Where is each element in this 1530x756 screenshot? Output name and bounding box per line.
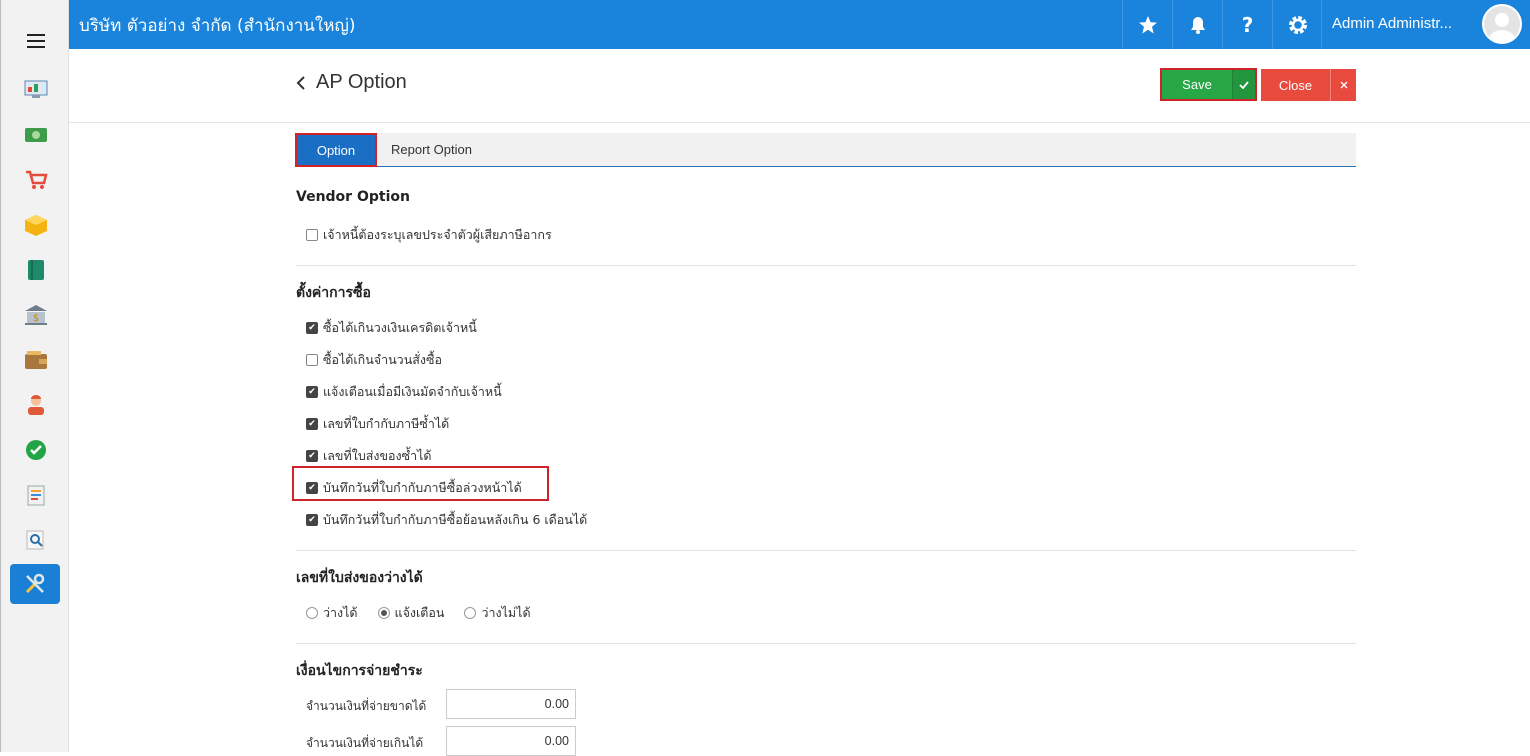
option-label: บันทึกวันที่ใบกำกับภาษีซื้อล่วงหน้าได้ (323, 480, 522, 495)
wallet-icon[interactable] (23, 347, 49, 373)
option-over-order-quantity[interactable]: ซื้อได้เกินจำนวนสั่งซื้อ (306, 350, 442, 370)
delivery-blank-title: เลขที่ใบส่งของว่างได้ (296, 570, 423, 586)
box-icon[interactable] (23, 212, 49, 238)
gear-icon[interactable] (1272, 0, 1322, 49)
vendor-option-title: Vendor Option (296, 189, 410, 205)
option-label: เลขที่ใบส่งของซ้ำได้ (323, 448, 432, 463)
top-bar: บริษัท ตัวอย่าง จำกัด (สำนักงานใหญ่) ? A… (69, 0, 1530, 49)
chevron-left-icon[interactable] (296, 74, 306, 95)
checkbox-checked[interactable]: ✔ (306, 322, 318, 334)
option-label: เจ้าหนี้ต้องระบุเลขประจำตัวผู้เสียภาษีอา… (323, 227, 552, 242)
checkbox-checked[interactable]: ✔ (306, 514, 318, 526)
money-icon[interactable] (23, 122, 49, 148)
radio[interactable] (306, 607, 318, 619)
radio-not-blank[interactable]: ว่างไม่ได้ (464, 603, 531, 623)
delivery-blank-radio-group: ว่างได้ แจ้งเตือน ว่างไม่ได้ (306, 603, 551, 623)
checkbox-checked[interactable]: ✔ (306, 418, 318, 430)
option-label: ซื้อได้เกินจำนวนสั่งซื้อ (323, 352, 442, 367)
close-button-label[interactable]: Close (1261, 69, 1330, 101)
page-title: AP Option (316, 71, 407, 93)
option-duplicate-tax-invoice[interactable]: ✔ เลขที่ใบกำกับภาษีซ้ำได้ (306, 414, 449, 434)
bank-icon[interactable]: $ (23, 302, 49, 328)
help-icon[interactable]: ? (1222, 0, 1272, 49)
radio-label: ว่างไม่ได้ (481, 605, 531, 620)
favorite-star-icon[interactable] (1122, 0, 1172, 49)
radio[interactable] (464, 607, 477, 619)
search-report-icon[interactable] (23, 527, 49, 553)
avatar[interactable] (1482, 4, 1522, 44)
checkbox[interactable] (306, 354, 318, 366)
cart-icon[interactable] (23, 167, 49, 193)
checkbox[interactable] (306, 229, 318, 241)
purchase-settings-title: ตั้งค่าการซื้อ (296, 285, 371, 301)
close-icon[interactable] (1330, 69, 1356, 101)
save-button-label[interactable]: Save (1162, 70, 1232, 99)
book-icon[interactable] (23, 257, 49, 283)
divider (296, 550, 1356, 551)
overpay-label: จำนวนเงินที่จ่ายเกินได้ (306, 736, 424, 750)
option-over-credit-limit[interactable]: ✔ ซื้อได้เกินวงเงินเครดิตเจ้าหนี้ (306, 318, 477, 338)
checkbox-checked[interactable]: ✔ (306, 482, 318, 494)
radio-label: แจ้งเตือน (394, 605, 445, 620)
notification-bell-icon[interactable] (1172, 0, 1222, 49)
report-icon[interactable] (23, 482, 49, 508)
hamburger-menu-icon[interactable] (27, 34, 45, 52)
radio-allow-blank[interactable]: ว่างได้ (306, 603, 358, 623)
option-vendor-tax-id[interactable]: เจ้าหนี้ต้องระบุเลขประจำตัวผู้เสียภาษีอา… (306, 225, 552, 245)
people-icon[interactable] (23, 392, 49, 418)
radio-label: ว่างได้ (323, 605, 358, 620)
user-menu[interactable]: Admin Administr... (1321, 0, 1530, 49)
user-name: Admin Administr... (1332, 15, 1453, 32)
option-backdate-tax-invoice[interactable]: ✔ บันทึกวันที่ใบกำกับภาษีซื้อย้อนหลังเกิ… (306, 510, 587, 530)
option-future-tax-invoice-date[interactable]: ✔ บันทึกวันที่ใบกำกับภาษีซื้อล่วงหน้าได้ (306, 478, 522, 498)
option-label: แจ้งเตือนเมื่อมีเงินมัดจำกับเจ้าหนี้ (323, 384, 502, 399)
tab-option[interactable]: Option (295, 133, 377, 167)
option-label: บันทึกวันที่ใบกำกับภาษีซื้อย้อนหลังเกิน … (323, 512, 588, 527)
divider (296, 643, 1356, 644)
company-name: บริษัท ตัวอย่าง จำกัด (สำนักงานใหญ่) (79, 16, 356, 36)
option-deposit-alert[interactable]: ✔ แจ้งเตือนเมื่อมีเงินมัดจำกับเจ้าหนี้ (306, 382, 502, 402)
option-label: ซื้อได้เกินวงเงินเครดิตเจ้าหนี้ (323, 320, 477, 335)
settings-tools-icon[interactable] (10, 564, 60, 604)
radio-warn[interactable]: แจ้งเตือน (377, 603, 445, 623)
tab-report-option[interactable]: Report Option (391, 142, 472, 157)
save-button[interactable]: Save (1160, 68, 1257, 101)
radio-selected[interactable] (377, 607, 390, 619)
checkbox-checked[interactable]: ✔ (306, 386, 318, 398)
sidebar: $ (0, 0, 69, 752)
option-duplicate-delivery-note[interactable]: ✔ เลขที่ใบส่งของซ้ำได้ (306, 446, 432, 466)
dashboard-icon[interactable] (23, 76, 49, 102)
page-header: AP Option Save Close (69, 49, 1530, 123)
tab-bar: Option Report Option (295, 133, 1356, 167)
close-button[interactable]: Close (1261, 69, 1356, 101)
svg-text:$: $ (33, 313, 39, 324)
check-icon[interactable] (1232, 70, 1255, 99)
checkbox-checked[interactable]: ✔ (306, 450, 318, 462)
check-circle-icon[interactable] (23, 437, 49, 463)
divider (296, 265, 1356, 266)
option-label: เลขที่ใบกำกับภาษีซ้ำได้ (323, 416, 450, 431)
underpay-amount-input[interactable]: 0.00 (446, 689, 576, 719)
payment-terms-title: เงื่อนไขการจ่ายชำระ (296, 663, 423, 679)
underpay-label: จำนวนเงินที่จ่ายขาดได้ (306, 699, 427, 713)
